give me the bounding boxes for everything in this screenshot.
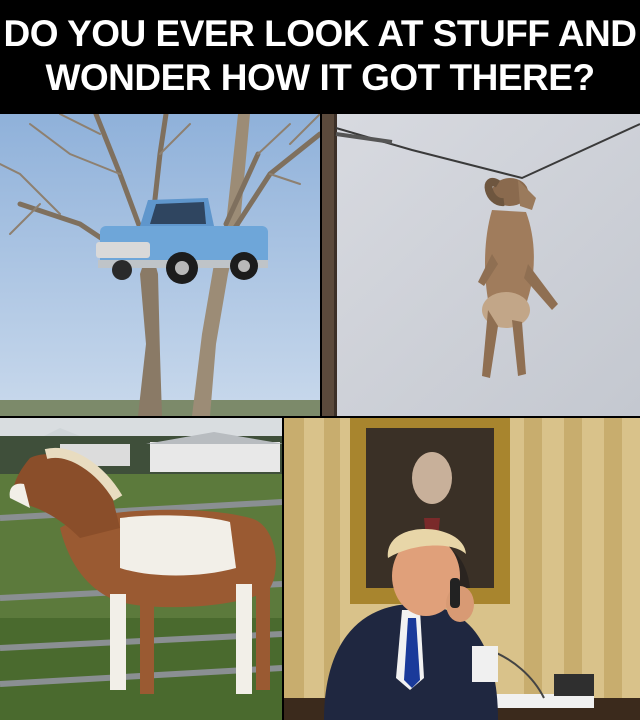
caption-line-1: DO YOU EVER LOOK AT STUFF AND <box>3 13 637 54</box>
ram-on-power-line-photo <box>322 114 640 416</box>
portrait-figure <box>412 452 452 504</box>
horse-over-fence-photo <box>0 418 282 720</box>
meme-caption: DO YOU EVER LOOK AT STUFF AND WONDER HOW… <box>0 0 640 112</box>
truck-in-tree-photo <box>0 114 320 416</box>
caption-line-2: WONDER HOW IT GOT THERE? <box>45 57 595 98</box>
man-on-phone-photo <box>284 418 640 720</box>
barn <box>150 442 280 472</box>
meme-image: DO YOU EVER LOOK AT STUFF AND WONDER HOW… <box>0 0 640 720</box>
utility-pole <box>322 114 336 416</box>
